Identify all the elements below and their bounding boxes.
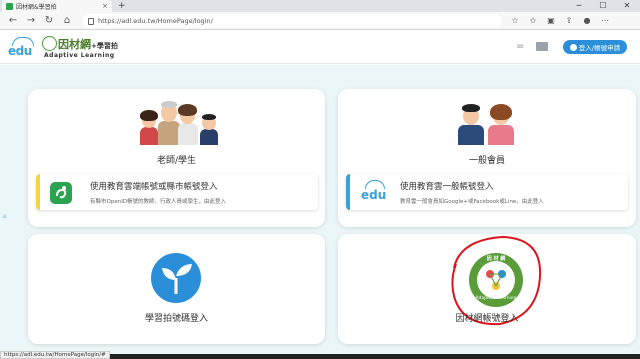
- cloud-account-login-option[interactable]: 使用教育雲端帳號或縣市帳號登入 有縣市OpenID帳號的教師、行政人員或學生，由…: [36, 174, 318, 210]
- login-register-label: 登入/帳號申請: [578, 44, 621, 52]
- home-icon[interactable]: ⌂: [60, 14, 74, 28]
- people-illustration: [134, 99, 224, 145]
- edu-logo-text: edu: [8, 44, 32, 58]
- edu-cloud-icon: edu: [360, 178, 390, 206]
- option-title: 使用教育雲端帳號或縣市帳號登入: [90, 182, 218, 192]
- side-handle-icon[interactable]: ≡: [2, 213, 7, 220]
- more-icon[interactable]: ⋯: [598, 14, 612, 28]
- user-icon: [569, 43, 577, 51]
- collections-icon[interactable]: ▣: [544, 14, 558, 28]
- browser-tab[interactable]: 因材網&學習拍 ×: [2, 0, 112, 12]
- profile-icon[interactable]: ●: [580, 14, 594, 28]
- brand-circle-icon: [42, 36, 57, 51]
- sprout-icon: [151, 253, 201, 303]
- url-text: https://adl.edu.tw/HomePage/login/: [98, 17, 213, 25]
- general-account-login-option[interactable]: edu 使用教育雲一般帳號登入 教育雲一般會員如Google+或Facebook…: [346, 174, 628, 210]
- tab-title: 因材網&學習拍: [16, 3, 57, 11]
- lock-icon: [88, 17, 94, 25]
- adaptive-learning-logo[interactable]: 因材網+學習拍 Adaptive Learning: [42, 36, 122, 61]
- favicon-icon: [6, 2, 13, 10]
- openid-icon: [50, 182, 72, 204]
- xuexipai-login-card[interactable]: 學習拍號碼登入: [28, 234, 325, 344]
- site-header: edu 因材網+學習拍 Adaptive Learning = 登入/帳號申請: [0, 31, 640, 64]
- card-title: 一般會員: [468, 156, 505, 166]
- status-bar-url: https://adl.edu.tw/HomePage/login/#: [0, 351, 110, 359]
- login-register-button[interactable]: 登入/帳號申請: [563, 40, 627, 54]
- maximize-button[interactable]: ☐: [592, 0, 614, 12]
- back-icon[interactable]: ←: [6, 14, 20, 28]
- brand-title: 因材網: [58, 38, 91, 51]
- card-title: 老師/學生: [156, 156, 197, 166]
- browser-tab-strip: 因材網&學習拍 × + ─ ☐ ✕: [0, 0, 640, 12]
- brand-subtitle: Adaptive Learning: [44, 52, 115, 59]
- option-description: 有縣市OpenID帳號的教師、行政人員或學生，由此登入: [90, 199, 227, 205]
- minimize-button[interactable]: ─: [568, 0, 590, 12]
- option-description: 教育雲一般會員如Google+或Facebook或Line，由此登入: [400, 199, 544, 205]
- forward-icon[interactable]: →: [24, 14, 38, 28]
- brand-plus: +學習拍: [91, 42, 118, 50]
- accent-bar: [346, 174, 350, 210]
- share-icon[interactable]: ⇪: [562, 14, 576, 28]
- card-title: 因材網帳號登入: [455, 314, 519, 324]
- address-bar[interactable]: https://adl.edu.tw/HomePage/login/: [82, 14, 502, 28]
- close-window-button[interactable]: ✕: [616, 0, 638, 12]
- option-title: 使用教育雲一般帳號登入: [400, 182, 494, 192]
- refresh-icon[interactable]: ↻: [42, 14, 56, 28]
- mail-icon[interactable]: [536, 42, 548, 51]
- adl-account-login-card[interactable]: 因 材 網 Adaptive Learning 因材網帳號登入: [338, 234, 636, 344]
- new-tab-button[interactable]: +: [118, 0, 126, 12]
- adl-logo-top-text: 因 材 網: [486, 256, 506, 262]
- edu-logo[interactable]: edu: [8, 37, 38, 59]
- edu-icon-text: edu: [361, 188, 387, 202]
- browser-toolbar: ← → ↻ ⌂ https://adl.edu.tw/HomePage/logi…: [0, 12, 640, 30]
- main-content: ≡ 老師/學生 使用教育雲端帳號或縣市帳號登入 有縣市OpenID帳號的教師、行…: [0, 65, 640, 354]
- teacher-student-card: 老師/學生 使用教育雲端帳號或縣市帳號登入 有縣市OpenID帳號的教師、行政人…: [28, 89, 325, 227]
- card-title: 學習拍號碼登入: [144, 314, 208, 324]
- tab-close-icon[interactable]: ×: [102, 2, 108, 10]
- accent-bar: [36, 174, 40, 210]
- favorites-list-icon[interactable]: ✩: [526, 14, 540, 28]
- adl-logo-bottom-text: Adaptive Learning: [475, 296, 517, 301]
- menu-icon[interactable]: =: [516, 41, 524, 52]
- favorite-icon[interactable]: ☆: [508, 14, 522, 28]
- general-member-card: 一般會員 edu 使用教育雲一般帳號登入 教育雲一般會員如Google+或Fac…: [338, 89, 636, 227]
- couple-illustration: [456, 101, 520, 145]
